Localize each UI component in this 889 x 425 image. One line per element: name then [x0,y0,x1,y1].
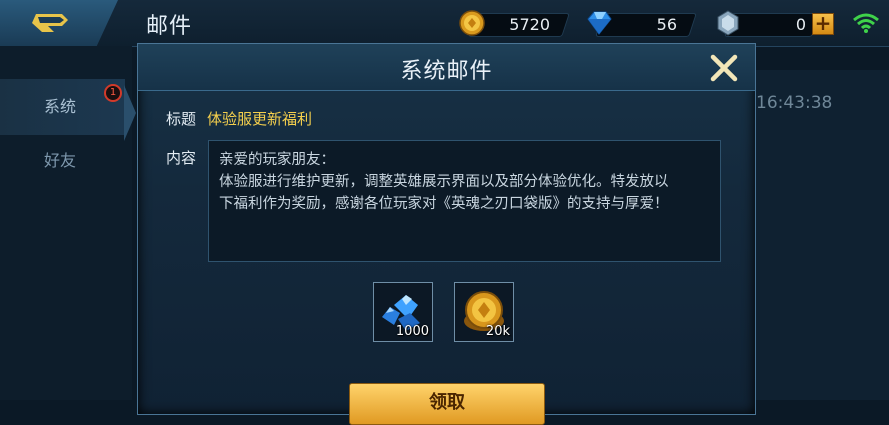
diamond-counter: 56 [585,9,697,37]
blue-diamond-icon [587,11,612,35]
crystal-value: 0 [795,15,806,34]
wifi-icon [853,13,879,33]
content-line: 体验服进行维护更新，调整英雄展示界面以及部分体验优化。特发放以 [219,174,669,190]
dialog-title: 系统邮件 [400,59,493,84]
top-bar: 邮件 5720 56 0 + [0,0,889,47]
system-mail-dialog: 系统邮件 标题 体验服更新福利 内容 亲爱的玩家朋友： 体验服进行维护更新，调整… [137,43,756,425]
close-icon[interactable] [708,52,740,84]
crystal-icon [717,10,739,36]
back-arrow-icon [32,14,68,32]
page-title: 邮件 [146,14,193,39]
mail-subject: 体验服更新福利 [207,110,313,128]
subject-label: 标题 [166,110,197,128]
dialog-header: 系统邮件 [138,44,755,91]
back-button[interactable] [0,0,118,46]
content-label: 内容 [166,149,197,167]
reward-item-diamonds[interactable]: 1000 [373,282,433,342]
gold-coin-icon [459,10,485,36]
tab-system-label: 系统 [44,97,77,116]
gold-counter: 5720 [458,9,570,37]
reward-amount: 20k [485,324,510,339]
unread-badge: 1 [104,84,122,102]
claim-button[interactable]: 领取 [349,383,545,425]
add-crystal-button[interactable]: + [812,13,834,35]
content-line: 亲爱的玩家朋友： [219,152,335,168]
crystal-counter: 0 [714,9,820,37]
tab-friends-label: 好友 [44,151,77,170]
tab-friends[interactable]: 好友 [0,133,125,189]
mail-content-box[interactable]: 亲爱的玩家朋友： 体验服进行维护更新，调整英雄展示界面以及部分体验优化。特发放以… [208,140,721,262]
reward-amount: 1000 [395,324,429,339]
diamond-value: 56 [656,15,677,34]
reward-item-gold[interactable]: 20k [454,282,514,342]
gold-value: 5720 [509,15,550,34]
mail-timestamp: 16:43:38 [756,93,833,113]
mail-list-background [752,70,889,400]
content-line: 下福利作为奖励，感谢各位玩家对《英魂之刃口袋版》的支持与厚爱！ [219,196,669,212]
